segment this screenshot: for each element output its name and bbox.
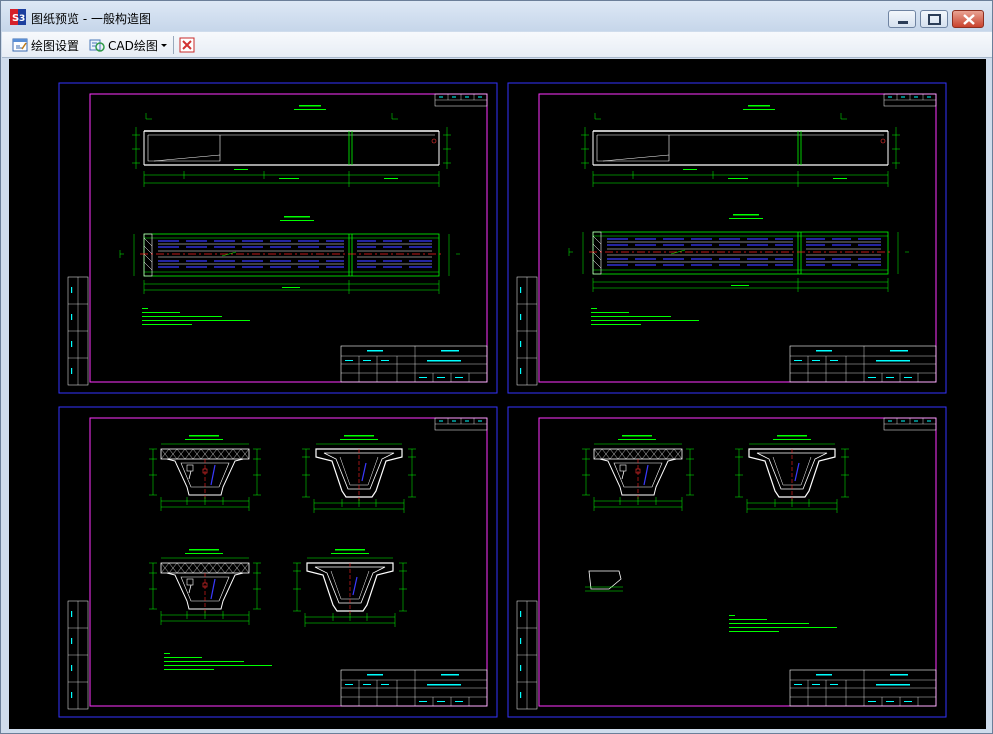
minimize-icon <box>898 21 908 24</box>
maximize-button[interactable] <box>920 10 948 28</box>
drawing-sheet-1 <box>59 83 497 393</box>
drawing-sheet-2 <box>508 83 946 393</box>
dropdown-arrow-icon <box>160 44 167 47</box>
minimize-button[interactable] <box>888 10 916 28</box>
window-title: 图纸预览 - 一般构造图 <box>31 12 151 26</box>
close-preview-button[interactable] <box>179 35 198 55</box>
drawing-sheets <box>9 59 986 729</box>
toolbar: 绘图设置 CAD绘图 <box>2 32 992 58</box>
toolbar-separator <box>173 36 174 54</box>
drawing-settings-icon <box>12 38 28 52</box>
drawing-settings-button[interactable]: 绘图设置 <box>12 35 79 55</box>
drawing-sheet-3 <box>59 407 497 717</box>
restore-icon <box>928 14 941 25</box>
drawing-canvas[interactable] <box>9 59 986 729</box>
drawing-sheet-4 <box>508 407 946 717</box>
cad-drawing-label: CAD绘图 <box>108 38 158 53</box>
svg-text:3: 3 <box>19 14 25 24</box>
cad-icon <box>89 39 105 52</box>
cad-drawing-dropdown[interactable]: CAD绘图 <box>89 35 168 55</box>
title-bar[interactable]: S 3 图纸预览 - 一般构造图 <box>1 1 992 31</box>
drawing-settings-label: 绘图设置 <box>31 38 80 53</box>
close-icon <box>963 14 975 25</box>
preview-window: S 3 图纸预览 - 一般构造图 绘图设置 CAD绘图 <box>0 0 993 734</box>
app-logo-icon: S 3 <box>10 9 26 25</box>
close-red-icon <box>179 37 195 53</box>
window-close-button[interactable] <box>952 10 984 28</box>
